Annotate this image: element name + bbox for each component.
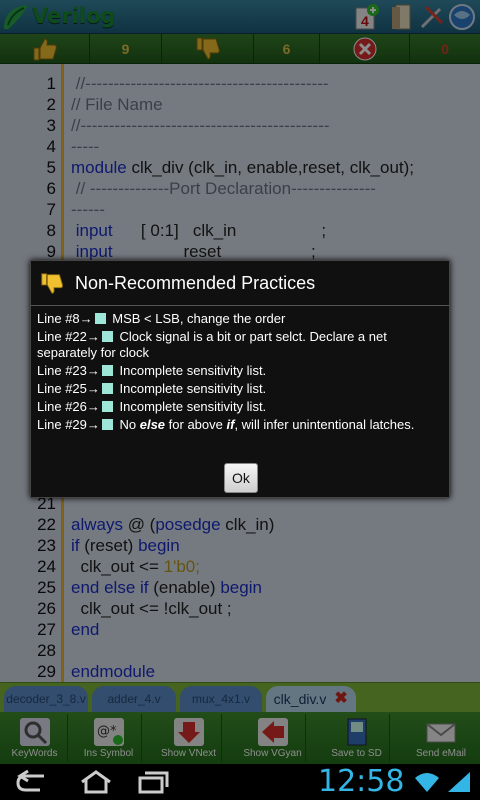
message-item: Line #23→ Incomplete sensitivity list. [37, 363, 445, 379]
status-clock: 12:58 [318, 764, 405, 799]
message-text: Incomplete sensitivity list. [115, 381, 267, 396]
message-text: , will infer unintentional latches. [234, 417, 415, 432]
message-list: Line #8→ MSB < LSB, change the order Lin… [37, 311, 445, 435]
message-text: MSB < LSB, change the order [108, 311, 286, 326]
marker-square-icon [94, 313, 106, 324]
message-text: for above [165, 417, 227, 432]
message-item: Line #25→ Incomplete sensitivity list. [37, 381, 445, 397]
message-line-ref: Line #25→ [37, 381, 100, 396]
message-text: Incomplete sensitivity list. [115, 399, 267, 414]
marker-square-icon [101, 419, 113, 430]
message-line-ref: Line #26→ [37, 399, 100, 414]
home-icon[interactable] [76, 770, 116, 794]
back-icon[interactable] [14, 770, 54, 794]
message-keyword: else [139, 417, 166, 432]
non-recommended-dialog: Non-Recommended Practices Line #8→ MSB <… [30, 260, 450, 498]
ok-button[interactable]: Ok [224, 463, 258, 493]
message-line-ref: Line #8→ [37, 311, 93, 326]
thumbs-down-icon [41, 273, 63, 294]
message-item: Line #29→ No else for above if, will inf… [37, 417, 445, 433]
message-item: Line #26→ Incomplete sensitivity list. [37, 399, 445, 415]
message-item: Line #22→ Clock signal is a bit or part … [37, 329, 445, 361]
marker-square-icon [101, 401, 113, 412]
dialog-divider [31, 305, 449, 306]
message-text: No [115, 417, 140, 432]
message-item: Line #8→ MSB < LSB, change the order [37, 311, 445, 327]
message-line-ref: Line #23→ [37, 363, 100, 378]
message-line-ref: Line #29→ [37, 417, 100, 432]
signal-icon [448, 772, 470, 792]
message-line-ref: Line #22→ [37, 329, 100, 344]
marker-square-icon [101, 331, 113, 342]
wifi-icon [415, 773, 439, 792]
dialog-header: Non-Recommended Practices [31, 261, 449, 305]
marker-square-icon [101, 383, 113, 394]
marker-square-icon [101, 365, 113, 376]
message-text: Incomplete sensitivity list. [115, 363, 267, 378]
system-navbar: 12:58 [0, 764, 480, 800]
recent-apps-icon[interactable] [132, 770, 172, 794]
dialog-title: Non-Recommended Practices [75, 273, 316, 293]
